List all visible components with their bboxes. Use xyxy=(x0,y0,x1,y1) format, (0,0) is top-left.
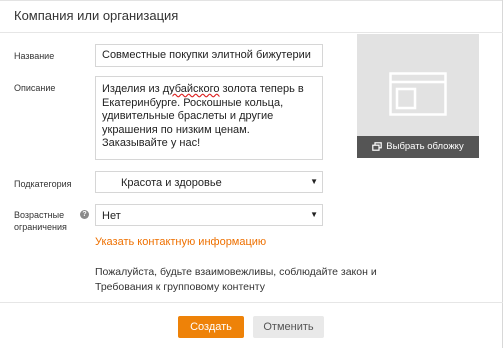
age-restriction-select[interactable]: Нет ▼ xyxy=(95,204,323,226)
notice-line2: Требования к групповому контенту xyxy=(95,281,265,293)
contact-info-link[interactable]: Указать контактную информацию xyxy=(95,236,266,248)
cancel-button[interactable]: Отменить xyxy=(253,316,324,338)
description-value: Изделия из дубайского золота теперь в Ек… xyxy=(102,83,304,149)
subcategory-label: Подкатегория xyxy=(14,179,72,189)
age-label-line2: ограничения xyxy=(14,222,67,232)
cover-placeholder[interactable]: Выбрать обложку xyxy=(357,34,479,158)
age-restriction-value: Нет xyxy=(102,210,121,222)
misspelled-word: дубайского xyxy=(162,83,220,95)
choose-cover-button[interactable]: Выбрать обложку xyxy=(357,136,479,158)
description-label: Описание xyxy=(14,83,56,93)
subcategory-value: Красота и здоровье xyxy=(121,177,222,189)
description-textarea[interactable]: Изделия из дубайского золота теперь в Ек… xyxy=(95,76,323,160)
name-input-value: Совместные покупки элитной бижутерии xyxy=(102,49,311,61)
name-label: Название xyxy=(14,51,55,61)
dialog-top-border xyxy=(0,0,503,1)
dialog-title: Компания или организация xyxy=(14,8,179,23)
browser-window-icon xyxy=(389,72,447,116)
help-icon[interactable]: ? xyxy=(80,210,89,219)
subcategory-select[interactable]: Красота и здоровье ▼ xyxy=(95,171,323,193)
choose-cover-label: Выбрать обложку xyxy=(386,141,464,152)
notice-line1: Пожалуйста, будьте взаимовежливы, соблюд… xyxy=(95,266,377,278)
footer-divider xyxy=(0,302,503,303)
title-divider xyxy=(0,32,503,33)
age-label-line1: Возрастные xyxy=(14,210,65,220)
create-button[interactable]: Создать xyxy=(178,316,244,338)
dropdown-arrow-icon: ▼ xyxy=(310,177,318,186)
name-input[interactable]: Совместные покупки элитной бижутерии xyxy=(95,44,323,67)
dropdown-arrow-icon: ▼ xyxy=(310,210,318,219)
image-copy-icon xyxy=(372,142,383,151)
